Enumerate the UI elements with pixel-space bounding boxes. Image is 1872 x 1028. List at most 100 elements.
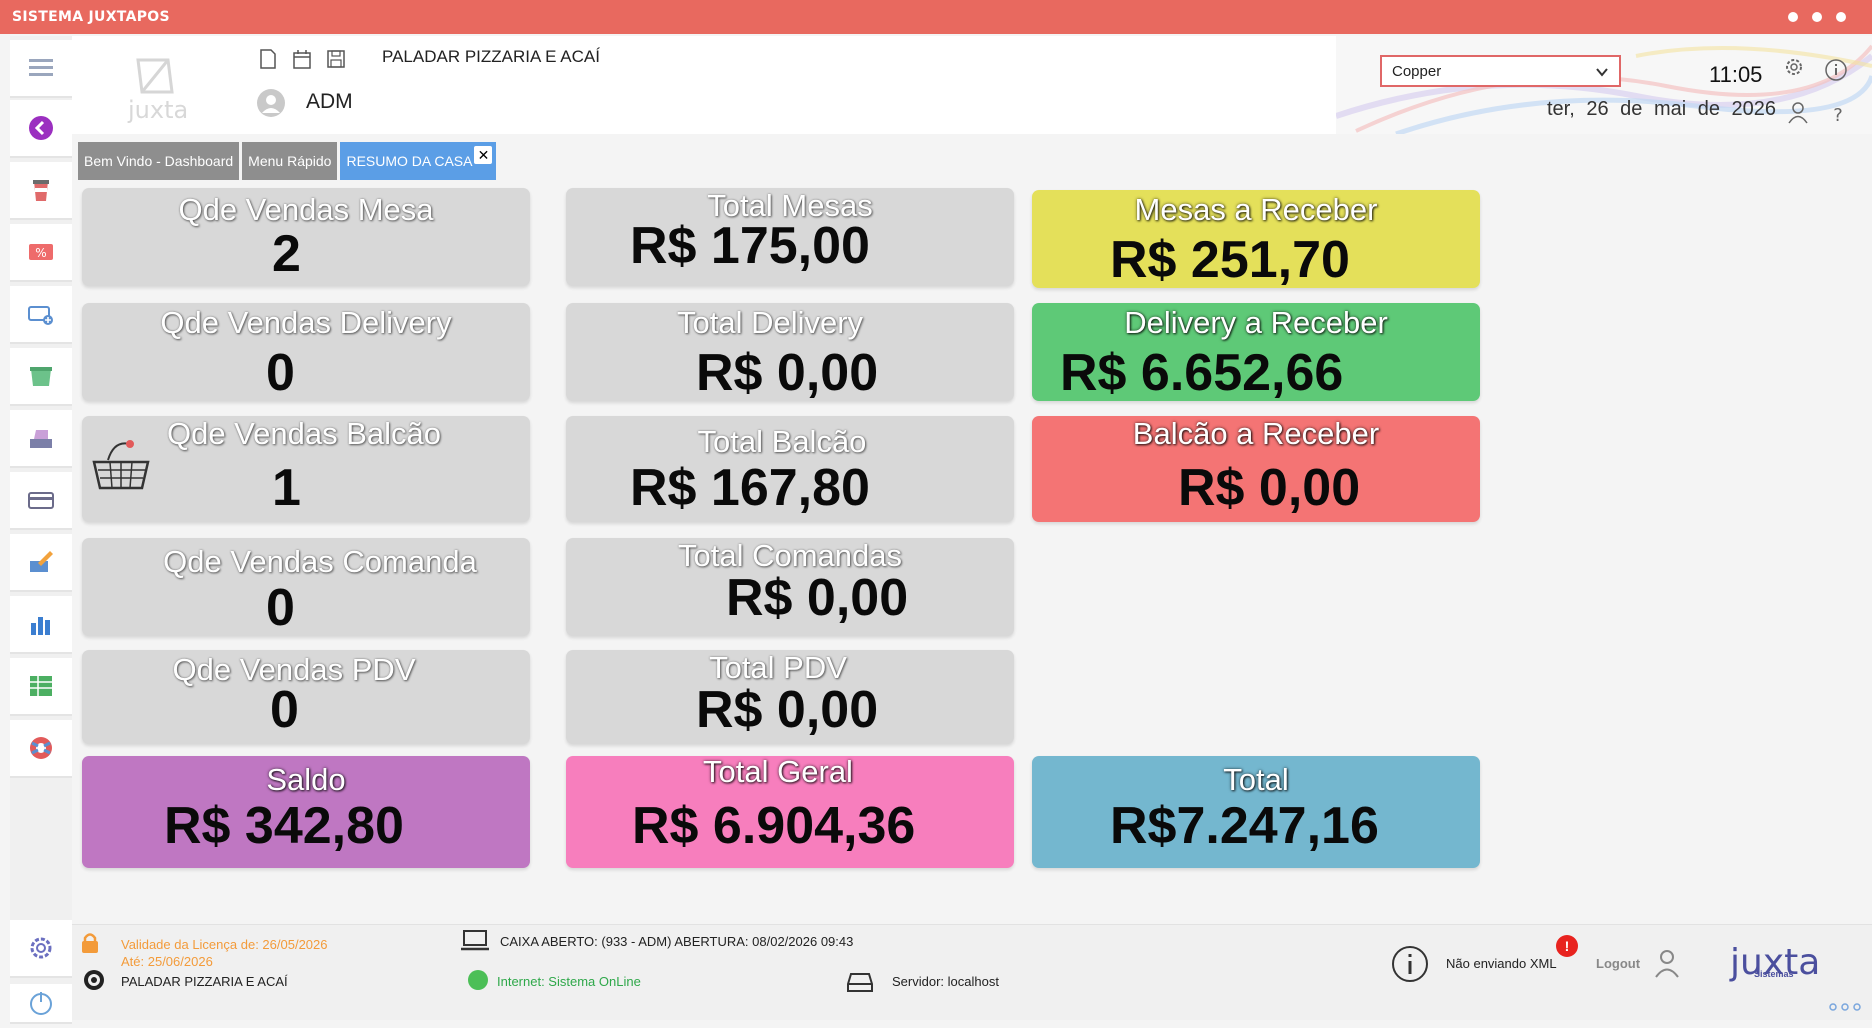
save-icon[interactable] bbox=[326, 48, 346, 70]
percent-icon: % bbox=[29, 244, 53, 260]
card-qtd-vendas-mesa: Qde Vendas Mesa 2 bbox=[82, 188, 530, 286]
power-button[interactable] bbox=[10, 984, 72, 1024]
card-qtd-vendas-comanda: Qde Vendas Comanda 0 bbox=[82, 538, 530, 636]
card-value: 2 bbox=[272, 225, 301, 283]
theme-select[interactable]: Copper bbox=[1380, 55, 1621, 87]
logout-user-icon[interactable] bbox=[1654, 948, 1680, 978]
online-status-dot bbox=[468, 970, 488, 990]
info-icon[interactable] bbox=[1390, 944, 1430, 984]
sidebar-back-button[interactable] bbox=[10, 100, 72, 158]
internet-status: Internet: Sistema OnLine bbox=[497, 974, 641, 989]
close-tab-button[interactable]: ✕ bbox=[474, 146, 493, 164]
card-label: Balcão a Receber bbox=[1132, 416, 1380, 451]
card-label: Total bbox=[1223, 762, 1289, 797]
tab-dashboard[interactable]: Bem Vindo - Dashboard bbox=[78, 142, 240, 180]
cash-register-icon bbox=[30, 430, 52, 448]
calendar-icon[interactable] bbox=[292, 48, 312, 70]
card-total-pdv: Total PDV R$ 0,00 bbox=[566, 650, 1014, 744]
card-label: Qde Vendas Comanda bbox=[163, 544, 477, 579]
sidebar: % bbox=[10, 36, 72, 1024]
lifebuoy-icon bbox=[30, 737, 52, 759]
sidebar-item-products[interactable] bbox=[10, 348, 72, 406]
sidebar-item-register[interactable] bbox=[10, 410, 72, 468]
card-value: R$ 6.652,66 bbox=[1060, 344, 1344, 401]
card-value: R$ 167,80 bbox=[630, 459, 870, 517]
power-icon bbox=[30, 992, 52, 1015]
info-icon[interactable] bbox=[1824, 58, 1848, 82]
credit-card-icon bbox=[28, 492, 54, 509]
close-window-button[interactable] bbox=[1836, 12, 1846, 22]
hamburger-icon bbox=[29, 59, 53, 76]
card-value: R$ 0,00 bbox=[1178, 459, 1361, 517]
card-total-balcao: Total Balcão R$ 167,80 bbox=[566, 416, 1014, 522]
card-add-icon bbox=[28, 306, 53, 325]
title-bar: SISTEMA JUXTAPOS bbox=[0, 0, 1872, 34]
tab-resumo-da-casa[interactable]: RESUMO DA CASA ✕ bbox=[340, 142, 497, 180]
pencil-board-icon bbox=[30, 551, 53, 572]
minimize-button[interactable] bbox=[1788, 12, 1798, 22]
window-controls bbox=[1788, 12, 1846, 22]
card-label: Saldo bbox=[266, 762, 346, 797]
card-value: R$ 6.904,36 bbox=[632, 797, 916, 855]
brand-subtitle: Sistemas bbox=[1754, 969, 1794, 979]
sidebar-item-support[interactable] bbox=[10, 720, 72, 778]
card-total-comandas: Total Comandas R$ 0,00 bbox=[566, 538, 1014, 636]
license-validity: Validade da Licença de: 26/05/2026 bbox=[121, 937, 328, 952]
card-value: 1 bbox=[272, 459, 301, 517]
card-total-mesas: Total Mesas R$ 175,00 bbox=[566, 188, 1014, 286]
card-value: R$ 342,80 bbox=[164, 797, 404, 855]
tab-bar: Bem Vindo - Dashboard Menu Rápido RESUMO… bbox=[78, 142, 499, 180]
user-name: ADM bbox=[306, 90, 353, 113]
caixa-status: CAIXA ABERTO: (933 - ADM) ABERTURA: 08/0… bbox=[500, 934, 854, 949]
card-saldo: Saldo R$ 342,80 bbox=[82, 756, 530, 868]
tab-quick-menu[interactable]: Menu Rápido bbox=[242, 142, 338, 180]
card-value: R$ 175,00 bbox=[630, 217, 870, 275]
server-status: Servidor: localhost bbox=[892, 974, 999, 989]
chevron-down-icon bbox=[1596, 68, 1608, 77]
sidebar-menu-button[interactable] bbox=[10, 40, 72, 98]
logout-button[interactable]: Logout bbox=[1596, 956, 1640, 971]
window-title: SISTEMA JUXTAPOS bbox=[12, 9, 170, 25]
card-value: 0 bbox=[266, 344, 295, 401]
sidebar-item-spreadsheet[interactable] bbox=[10, 658, 72, 716]
svg-text:?: ? bbox=[1833, 105, 1843, 126]
card-balcao-a-receber: Balcão a Receber R$ 0,00 bbox=[1032, 416, 1480, 522]
gear-icon[interactable] bbox=[1782, 55, 1806, 79]
clock: 11:05 bbox=[1709, 62, 1763, 87]
sidebar-item-add-card[interactable] bbox=[10, 286, 72, 344]
xml-alert-badge: ! bbox=[1556, 935, 1578, 957]
sidebar-item-discounts[interactable]: % bbox=[10, 224, 72, 282]
table-icon bbox=[30, 676, 52, 696]
new-document-icon[interactable] bbox=[258, 48, 278, 70]
card-total-delivery: Total Delivery R$ 0,00 bbox=[566, 303, 1014, 401]
card-label: Qde Vendas Mesa bbox=[178, 192, 434, 227]
help-icon[interactable]: ? bbox=[1826, 102, 1850, 126]
company-name: PALADAR PIZZARIA E ACAÍ bbox=[382, 47, 600, 66]
sidebar-item-payments[interactable] bbox=[10, 472, 72, 530]
sidebar-item-drinks[interactable] bbox=[10, 162, 72, 220]
server-icon bbox=[847, 973, 873, 992]
footer-company-name: PALADAR PIZZARIA E ACAÍ bbox=[121, 974, 288, 989]
sidebar-item-reports[interactable] bbox=[10, 596, 72, 654]
maximize-button[interactable] bbox=[1812, 12, 1822, 22]
card-delivery-a-receber: Delivery a Receber R$ 6.652,66 bbox=[1032, 303, 1480, 401]
user-icon[interactable] bbox=[1786, 100, 1810, 124]
card-value: 0 bbox=[266, 579, 295, 636]
card-value: 0 bbox=[270, 681, 299, 739]
gear-icon bbox=[30, 937, 52, 959]
laptop-icon bbox=[461, 930, 489, 951]
card-value: R$ 251,70 bbox=[1110, 231, 1350, 288]
juxta-logo: juxta bbox=[118, 52, 194, 124]
card-value: R$7.247,16 bbox=[1110, 797, 1379, 855]
sidebar-settings-button[interactable] bbox=[10, 920, 72, 978]
card-value: R$ 0,00 bbox=[696, 681, 879, 739]
svg-text:%: % bbox=[35, 246, 46, 260]
chevron-left-icon bbox=[29, 116, 53, 140]
box-icon bbox=[30, 367, 52, 386]
status-footer bbox=[72, 924, 1872, 1020]
more-dots-icon[interactable] bbox=[1828, 1002, 1862, 1012]
card-mesas-a-receber: Mesas a Receber R$ 251,70 bbox=[1032, 190, 1480, 288]
card-qtd-vendas-delivery: Qde Vendas Delivery 0 bbox=[82, 303, 530, 401]
sidebar-item-edit[interactable] bbox=[10, 534, 72, 592]
card-label: Qde Vendas Delivery bbox=[160, 305, 452, 340]
